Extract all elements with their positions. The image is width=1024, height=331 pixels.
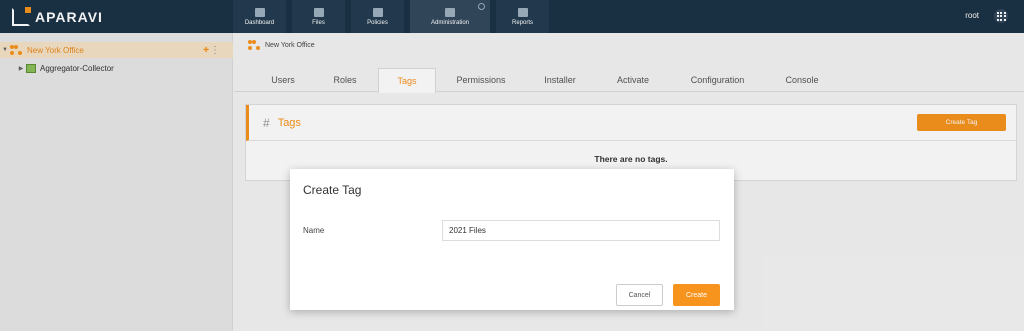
dialog-title: Create Tag: [303, 183, 362, 197]
name-label: Name: [303, 226, 325, 235]
create-button[interactable]: Create: [673, 284, 720, 306]
tag-name-input[interactable]: [442, 220, 720, 241]
cancel-button[interactable]: Cancel: [616, 284, 663, 306]
create-tag-dialog: Create Tag Name Cancel Create: [290, 169, 734, 310]
